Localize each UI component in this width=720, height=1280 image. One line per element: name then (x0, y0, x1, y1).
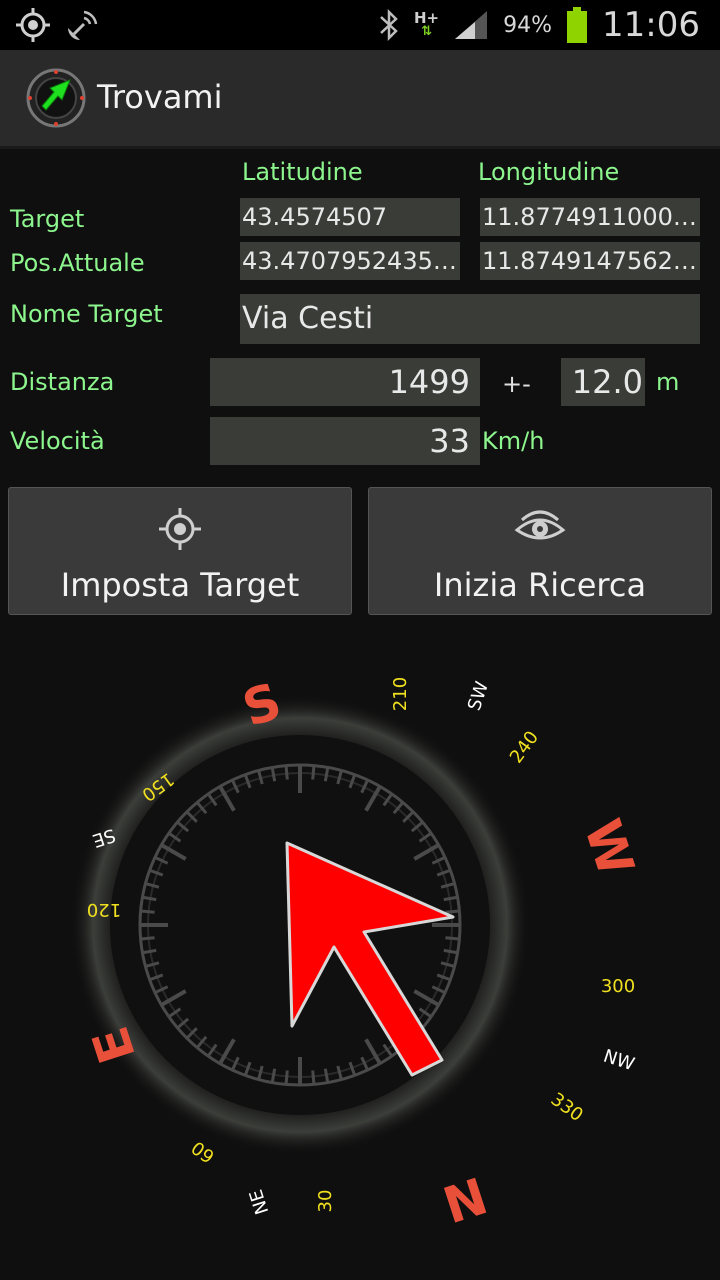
compass-tick (284, 765, 289, 780)
compass-tick (311, 1070, 316, 1085)
set-target-label: Imposta Target (60, 566, 300, 604)
current-position-label: Pos.Attuale (10, 249, 145, 277)
speed-field: 33 (210, 417, 480, 465)
compass-northeast: NE (246, 1187, 274, 1217)
compass-tick (284, 1070, 289, 1085)
compass-tick (140, 936, 155, 941)
compass-west: W (573, 813, 645, 883)
compass-deg-330: 330 (547, 1089, 587, 1126)
plus-minus-label: +- (502, 370, 531, 398)
distance-label: Distanza (10, 368, 115, 396)
satellite-icon (68, 10, 98, 40)
compass-deg-120: 120 (87, 899, 121, 920)
compass-deg-300: 300 (601, 976, 635, 997)
crosshair-icon (159, 508, 201, 550)
action-bar: Trovami (0, 50, 720, 149)
speed-unit: Km/h (482, 427, 545, 455)
clock: 11:06 (602, 5, 700, 45)
start-search-label: Inizia Ricerca (433, 566, 647, 604)
current-longitude-field[interactable]: 11.8749147562… (480, 242, 700, 280)
latitude-header: Latitudine (242, 158, 363, 186)
compass-deg-60: 60 (188, 1136, 219, 1166)
status-bar: H+ ⇅ 94% 11:06 (0, 0, 720, 50)
eye-icon (514, 510, 566, 540)
gps-icon (16, 8, 50, 42)
longitude-header: Longitudine (478, 158, 620, 186)
speed-label: Velocità (10, 427, 105, 455)
compass-tick (311, 765, 316, 780)
compass-tick (445, 909, 460, 914)
target-name-field[interactable]: Via Cesti (240, 294, 700, 344)
network-type-label: H+ (413, 9, 440, 27)
set-target-button[interactable]: Imposta Target (8, 487, 352, 615)
distance-unit: m (656, 368, 680, 396)
accuracy-field: 12.0 (561, 358, 645, 406)
battery-icon (567, 7, 588, 43)
data-arrows-icon: ⇅ (421, 24, 432, 39)
compass-tick (445, 936, 460, 941)
compass-deg-30: 30 (315, 1190, 336, 1213)
battery-percent: 94% (503, 12, 553, 38)
app-compass-icon[interactable] (24, 66, 88, 130)
compass-tick (140, 909, 155, 914)
compass-north: N (436, 1165, 494, 1233)
compass-northwest: NW (601, 1046, 637, 1076)
target-name-label: Nome Target (10, 300, 163, 328)
bluetooth-icon (380, 8, 398, 42)
distance-field: 1499 (210, 358, 480, 406)
compass-southwest: SW (464, 679, 493, 713)
compass-deg-240: 240 (506, 727, 543, 767)
compass-deg-210: 210 (390, 677, 411, 711)
status-right-icons: H+ ⇅ 94% 11:06 (378, 0, 700, 50)
target-label: Target (10, 205, 85, 233)
current-latitude-field[interactable]: 43.4707952435… (240, 242, 460, 280)
app-title: Trovami (97, 78, 223, 116)
start-search-button[interactable]: Inizia Ricerca (368, 487, 712, 615)
compass-dial: S W N E SW SE NW NE 210 240 150 120 300 … (70, 672, 645, 1233)
signal-icon (455, 11, 488, 39)
target-latitude-field[interactable]: 43.4574507 (240, 198, 460, 236)
target-longitude-field[interactable]: 11.8774911000… (480, 198, 700, 236)
network-hplus-icon: H+ ⇅ (414, 11, 439, 39)
status-left-icons (14, 6, 102, 46)
